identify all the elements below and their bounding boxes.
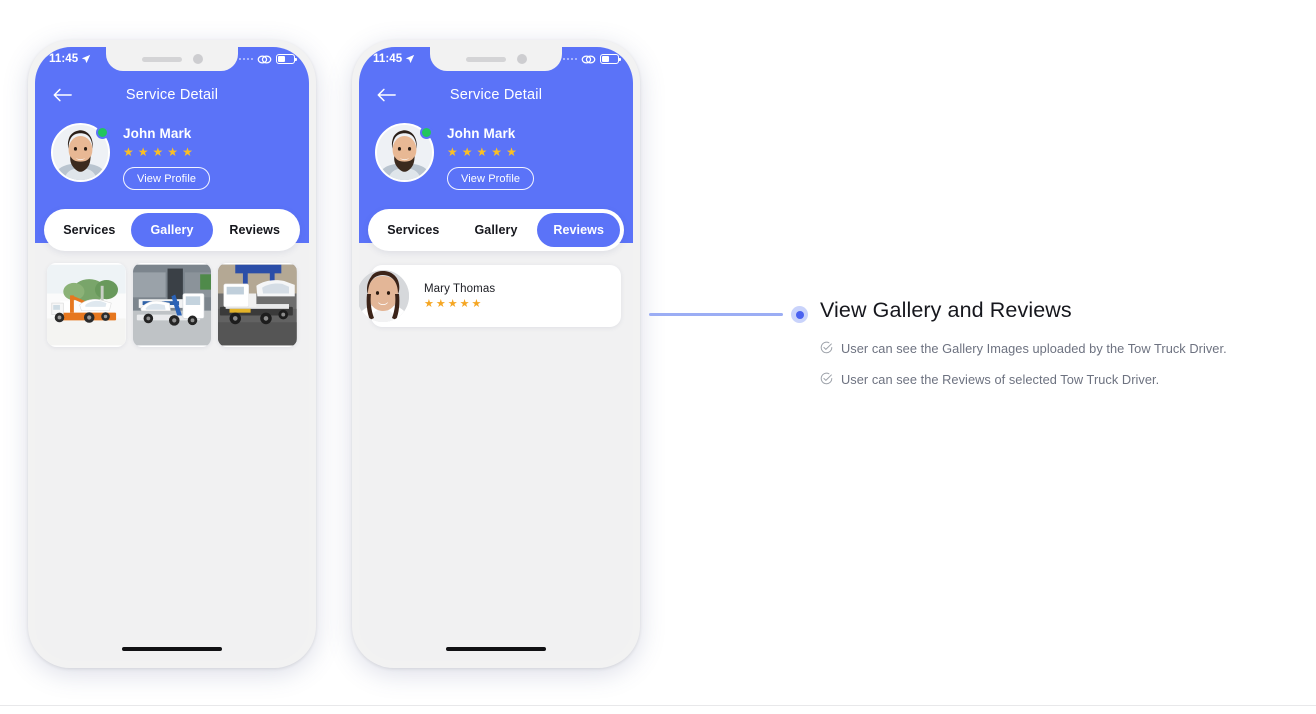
- star-icon: ★: [137, 145, 149, 159]
- location-arrow-icon: [406, 54, 415, 64]
- notch-camera-icon: [516, 54, 527, 64]
- annotation-feature-text: User can see the Gallery Images uploaded…: [841, 340, 1227, 356]
- link-icon: [581, 55, 596, 63]
- provider-rating-stars: ★ ★ ★ ★ ★: [447, 146, 534, 158]
- phone-mockup-reviews: 11:45 Service Detail John Mark ★ ★ ★ ★ ★…: [352, 40, 640, 668]
- review-info: Mary Thomas ★ ★ ★ ★ ★: [424, 283, 495, 310]
- phone-notch: [430, 47, 562, 71]
- annotation-title: View Gallery and Reviews: [820, 298, 1072, 322]
- phone-screen: 11:45 Service Detail John Mark ★ ★ ★ ★ ★…: [359, 47, 633, 661]
- circle-check-icon: [820, 341, 833, 353]
- provider-profile: John Mark ★ ★ ★ ★ ★ View Profile: [375, 123, 617, 190]
- annotation-feature-text: User can see the Reviews of selected Tow…: [841, 372, 1160, 388]
- reviewer-avatar-illustration: [359, 270, 409, 322]
- star-icon: ★: [424, 297, 434, 310]
- star-icon: ★: [491, 145, 503, 159]
- nav-bar: Service Detail: [359, 77, 633, 113]
- notch-camera-icon: [192, 54, 203, 64]
- tow-truck-photo-1: [47, 264, 126, 346]
- online-status-indicator: [420, 126, 433, 139]
- annotation-feature-list: User can see the Gallery Images uploaded…: [820, 340, 1260, 389]
- gallery-grid: [47, 263, 298, 347]
- star-icon: ★: [471, 297, 482, 310]
- reviewer-avatar: [359, 270, 409, 322]
- profile-info: John Mark ★ ★ ★ ★ ★ View Profile: [123, 123, 211, 190]
- provider-name: John Mark: [447, 126, 516, 141]
- provider-name: John Mark: [123, 126, 192, 141]
- annotation-block: View Gallery and Reviews User can see th…: [820, 298, 1260, 402]
- battery-icon: [600, 54, 621, 64]
- status-bar-time-group: 11:45: [373, 53, 415, 65]
- tab-reviews[interactable]: Reviews: [213, 213, 296, 247]
- annotation-bullet-dot: [791, 306, 808, 323]
- star-icon: ★: [447, 145, 458, 159]
- profile-info: John Mark ★ ★ ★ ★ ★ View Profile: [447, 123, 535, 190]
- annotation-feature-item: User can see the Gallery Images uploaded…: [820, 340, 1260, 357]
- notch-speaker-icon: [465, 56, 506, 62]
- tab-services[interactable]: Services: [48, 213, 131, 247]
- signal-dots-icon: [238, 57, 253, 61]
- provider-rating-stars: ★ ★ ★ ★ ★: [123, 146, 210, 158]
- view-profile-button[interactable]: View Profile: [123, 167, 211, 190]
- annotation-connector-line: [649, 313, 783, 316]
- tab-reviews[interactable]: Reviews: [537, 213, 621, 247]
- home-indicator: [122, 647, 222, 651]
- phone-notch: [106, 47, 238, 71]
- review-list-item[interactable]: Mary Thomas ★ ★ ★ ★ ★: [359, 265, 621, 327]
- star-icon: ★: [167, 145, 179, 159]
- link-icon: [257, 55, 272, 63]
- tab-bar: Services Gallery Reviews: [44, 209, 300, 251]
- gallery-image-2[interactable]: [132, 263, 212, 347]
- phone-screen: 11:45 Service Detail John Mark ★ ★ ★ ★ ★…: [35, 47, 309, 661]
- tow-truck-photo-2: [132, 264, 212, 346]
- reviewer-name: Mary Thomas: [424, 282, 496, 295]
- star-icon: ★: [476, 145, 488, 159]
- status-bar-indicators: [562, 54, 621, 65]
- avatar[interactable]: [375, 123, 434, 182]
- home-indicator: [446, 647, 546, 651]
- page-bottom-divider: [0, 705, 1316, 706]
- status-time-label: 11:45: [49, 53, 79, 65]
- nav-bar: Service Detail: [35, 77, 309, 113]
- status-bar-time-group: 11:45: [49, 53, 91, 65]
- tab-services[interactable]: Services: [372, 213, 455, 247]
- view-profile-button[interactable]: View Profile: [447, 167, 535, 190]
- notch-speaker-icon: [141, 56, 182, 62]
- provider-profile: John Mark ★ ★ ★ ★ ★ View Profile: [51, 123, 293, 190]
- star-icon: ★: [447, 297, 458, 310]
- phone-mockup-gallery: 11:45 Service Detail John Mark ★ ★ ★ ★ ★…: [28, 40, 316, 668]
- tow-truck-photo-3: [218, 264, 298, 346]
- screen-content: Mary Thomas ★ ★ ★ ★ ★: [359, 243, 633, 661]
- star-icon: ★: [182, 145, 193, 159]
- circle-check-icon: [820, 372, 833, 385]
- star-icon: ★: [506, 145, 517, 159]
- star-icon: ★: [123, 145, 134, 159]
- signal-dots-icon: [562, 57, 577, 61]
- page-title: Service Detail: [125, 87, 219, 103]
- location-arrow-icon: [82, 54, 91, 64]
- screen-content: [35, 243, 309, 661]
- gallery-image-3[interactable]: [218, 263, 298, 347]
- star-icon: ★: [435, 297, 446, 310]
- tab-bar: Services Gallery Reviews: [368, 209, 624, 251]
- star-icon: ★: [459, 297, 470, 310]
- tab-gallery[interactable]: Gallery: [130, 213, 214, 247]
- annotation-feature-item: User can see the Reviews of selected Tow…: [820, 371, 1260, 388]
- screenshot-canvas: 11:45 Service Detail John Mark ★ ★ ★ ★ ★…: [0, 0, 1316, 714]
- status-bar-indicators: [238, 54, 297, 65]
- page-title: Service Detail: [449, 87, 543, 103]
- gallery-image-1[interactable]: [47, 263, 126, 347]
- online-status-indicator: [96, 126, 109, 139]
- tab-gallery[interactable]: Gallery: [455, 213, 538, 247]
- review-rating-stars: ★ ★ ★ ★ ★: [424, 297, 495, 310]
- back-arrow-icon[interactable]: [49, 82, 75, 108]
- star-icon: ★: [152, 145, 164, 159]
- battery-icon: [276, 54, 297, 64]
- back-arrow-icon[interactable]: [373, 82, 399, 108]
- status-time-label: 11:45: [373, 53, 403, 65]
- avatar[interactable]: [51, 123, 110, 182]
- star-icon: ★: [461, 145, 473, 159]
